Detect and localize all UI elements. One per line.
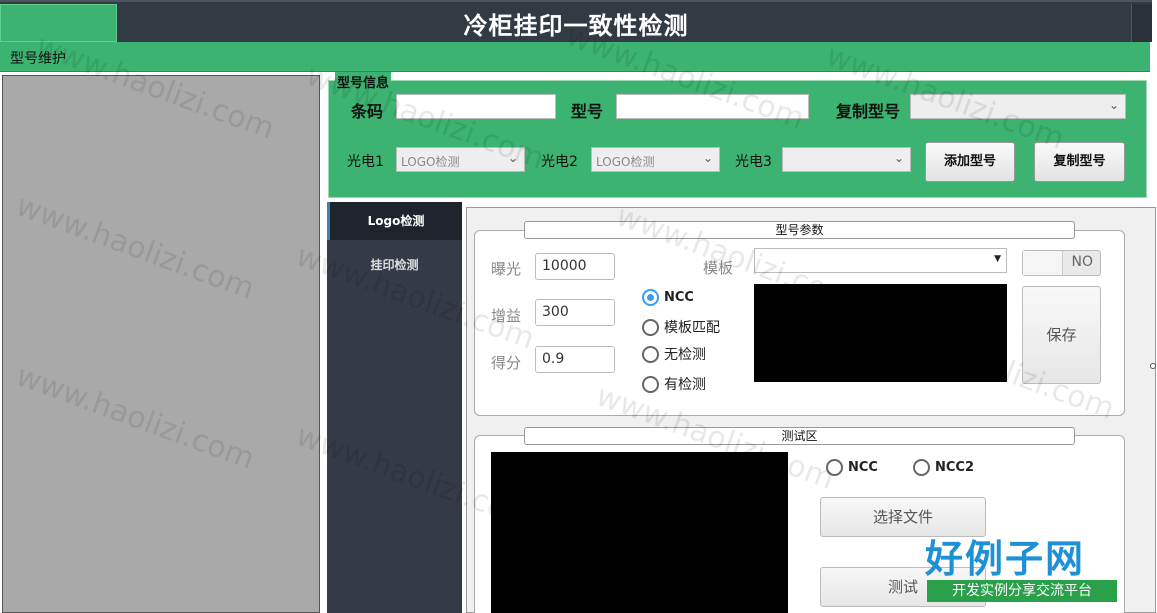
sensor2-label: 光电2 bbox=[541, 154, 578, 170]
score-label: 得分 bbox=[491, 354, 522, 372]
sensor1-value: LOGO检测 bbox=[401, 155, 460, 169]
sensor2-select[interactable]: LOGO检测 ⌄ bbox=[591, 147, 720, 172]
template-combo[interactable]: ▼ bbox=[754, 248, 1007, 273]
window-title: 冷柜挂印一致性检测 bbox=[463, 12, 689, 40]
save-button[interactable]: 保存 bbox=[1022, 286, 1101, 384]
app-window: 冷柜挂印一致性检测 型号维护 型号信息 条码 型号 复制型号 ⌄ 光电1 LOG… bbox=[0, 0, 1157, 613]
left-panel bbox=[2, 75, 320, 613]
test-radio-ncc[interactable]: NCC bbox=[826, 459, 878, 476]
radio-template-match[interactable]: 模板匹配 bbox=[642, 317, 720, 337]
title-right-block bbox=[1131, 4, 1152, 42]
sensor2-value: LOGO检测 bbox=[596, 155, 655, 169]
chevron-down-icon: ⌄ bbox=[702, 151, 713, 165]
test-radio-ncc2-label: NCC2 bbox=[935, 460, 975, 475]
chevron-down-icon: ⌄ bbox=[1108, 98, 1119, 112]
radio-has-detect[interactable]: 有检测 bbox=[642, 374, 706, 394]
copy-model-button[interactable]: 复制型号 bbox=[1034, 142, 1125, 182]
resize-handle[interactable] bbox=[1150, 363, 1156, 369]
radio-ncc-label: NCC bbox=[664, 290, 694, 305]
tab-print-detection[interactable]: 挂印检测 bbox=[327, 246, 462, 284]
radio-checked-icon bbox=[642, 289, 659, 306]
radio-template-match-label: 模板匹配 bbox=[664, 320, 720, 336]
add-model-button[interactable]: 添加型号 bbox=[925, 142, 1015, 182]
test-radio-ncc-label: NCC bbox=[848, 460, 878, 475]
dropdown-arrow-icon: ▼ bbox=[994, 254, 1001, 264]
model-label: 型号 bbox=[571, 102, 604, 121]
gain-input[interactable]: 300 bbox=[535, 299, 615, 326]
radio-unchecked-icon bbox=[642, 345, 659, 363]
sensor1-select[interactable]: LOGO检测 ⌄ bbox=[396, 147, 525, 172]
gain-label: 增益 bbox=[491, 307, 522, 325]
sensor3-select[interactable]: ⌄ bbox=[782, 147, 911, 172]
radio-no-detect-label: 无检测 bbox=[664, 347, 706, 363]
toggle-label: NO bbox=[1071, 254, 1094, 270]
radio-unchecked-icon bbox=[913, 459, 930, 476]
score-input[interactable]: 0.9 bbox=[535, 346, 615, 373]
radio-unchecked-icon bbox=[642, 375, 659, 393]
radio-has-detect-label: 有检测 bbox=[664, 377, 706, 393]
copy-model-select[interactable]: ⌄ bbox=[910, 94, 1126, 119]
site-logo: 好例子网 开发实例分享交流平台 bbox=[925, 528, 1117, 604]
params-group-title: 型号参数 bbox=[524, 221, 1075, 239]
logo-sub-text: 开发实例分享交流平台 bbox=[927, 580, 1117, 602]
test-image-view bbox=[491, 452, 788, 613]
test-area-title: 测试区 bbox=[524, 427, 1075, 445]
sensor1-label: 光电1 bbox=[347, 154, 384, 170]
model-input[interactable] bbox=[616, 94, 809, 119]
radio-unchecked-icon bbox=[642, 318, 659, 336]
chevron-down-icon: ⌄ bbox=[507, 151, 518, 165]
radio-ncc[interactable]: NCC bbox=[642, 289, 694, 306]
exposure-label: 曝光 bbox=[491, 260, 522, 278]
menu-item-model-maintenance[interactable]: 型号维护 bbox=[10, 48, 66, 68]
sensor3-label: 光电3 bbox=[735, 154, 772, 170]
template-preview-image bbox=[754, 284, 1007, 382]
tab-nav: Logo检测 挂印检测 bbox=[327, 202, 462, 613]
logo-main-text: 好例子网 bbox=[925, 537, 1086, 581]
title-bar: 冷柜挂印一致性检测 bbox=[0, 0, 1152, 42]
exposure-input[interactable]: 10000 bbox=[535, 253, 615, 280]
test-radio-ncc2[interactable]: NCC2 bbox=[913, 459, 974, 476]
barcode-input[interactable] bbox=[396, 94, 556, 119]
radio-unchecked-icon bbox=[826, 459, 843, 476]
barcode-label: 条码 bbox=[351, 102, 384, 121]
template-label: 模板 bbox=[703, 259, 734, 277]
radio-no-detect[interactable]: 无检测 bbox=[642, 344, 706, 364]
chevron-down-icon: ⌄ bbox=[893, 151, 904, 165]
model-info-legend: 型号信息 bbox=[335, 72, 392, 91]
copy-model-label: 复制型号 bbox=[836, 102, 901, 121]
tab-logo-detection[interactable]: Logo检测 bbox=[327, 202, 462, 240]
menu-bar: 型号维护 bbox=[0, 42, 1150, 72]
enable-toggle[interactable]: NO bbox=[1022, 250, 1101, 276]
toggle-knob bbox=[1023, 251, 1063, 275]
